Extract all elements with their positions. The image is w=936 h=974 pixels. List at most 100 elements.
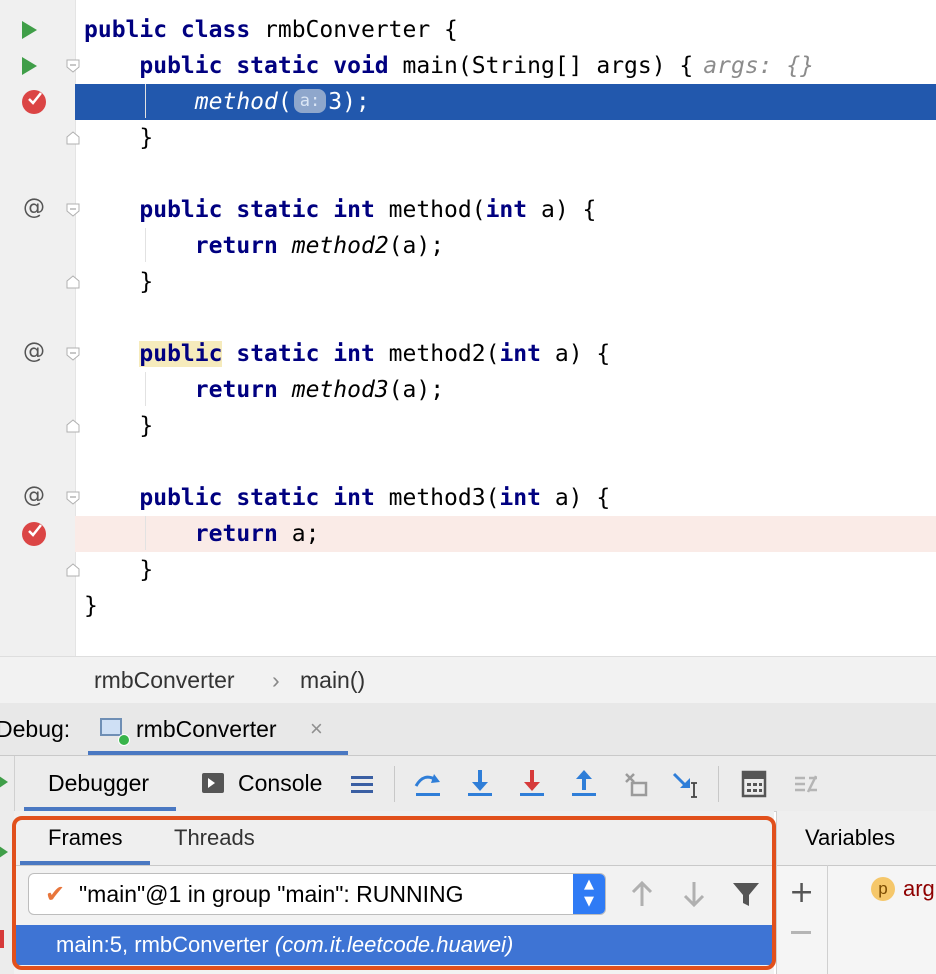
breakpoint-icon[interactable]: [22, 90, 46, 114]
tab-debugger-label: Debugger: [48, 770, 150, 796]
breadcrumb-method[interactable]: main(): [300, 657, 365, 703]
variable-name: arg: [903, 876, 935, 901]
add-watch-icon[interactable]: +: [789, 875, 814, 910]
code-token: public: [139, 341, 223, 367]
indent-guide: [145, 228, 146, 262]
code-line-text: }: [84, 408, 153, 444]
breadcrumb-class[interactable]: rmbConverter: [94, 657, 235, 703]
code-line-text: }: [84, 552, 153, 588]
arrow-up-icon[interactable]: [626, 878, 658, 910]
thread-selector-value: "main"@1 in group "main": RUNNING: [79, 881, 464, 907]
indent-guide: [145, 84, 146, 118]
layout-icon[interactable]: [344, 766, 380, 802]
code-line[interactable]: public static void main(String[] args) {…: [0, 48, 936, 84]
code-token: int: [485, 197, 528, 223]
tab-frames[interactable]: Frames: [20, 811, 150, 865]
code-line[interactable]: [0, 300, 936, 336]
variables-title: Variables: [805, 825, 896, 850]
code-token: (a);: [388, 377, 445, 403]
code-line[interactable]: public static int method3(int a) {: [0, 480, 936, 516]
code-token: }: [84, 593, 98, 619]
step-into-icon[interactable]: [462, 766, 498, 802]
force-step-into-icon[interactable]: [514, 766, 550, 802]
code-token: a) {: [527, 197, 597, 223]
code-line[interactable]: public class rmbConverter {: [0, 12, 936, 48]
code-editor[interactable]: @ @ @ public class rmbConverter { public s…: [0, 0, 936, 656]
tab-debugger[interactable]: Debugger: [24, 756, 176, 811]
code-line[interactable]: }: [0, 408, 936, 444]
toolbar-separator: [718, 766, 719, 802]
stack-frame-package: (com.it.leetcode.huawei): [274, 932, 514, 957]
variables-panel: Variables + p arg: [776, 811, 936, 974]
code-line[interactable]: }: [0, 588, 936, 624]
variables-header: Variables: [777, 811, 936, 866]
debug-session-label: rmbConverter: [136, 716, 277, 742]
debug-tool-window-header: Debug: rmbConverter ×: [0, 703, 936, 756]
variable-item[interactable]: p arg: [871, 876, 935, 902]
resume-icon[interactable]: [0, 774, 8, 790]
code-token: main(String[] args) {: [388, 53, 694, 79]
trace-icon[interactable]: [788, 766, 824, 802]
drop-frame-icon[interactable]: [618, 766, 654, 802]
code-token: }: [84, 557, 154, 583]
stack-frame-row[interactable]: main:5, rmbConverter (com.it.leetcode.hu…: [14, 925, 772, 965]
arrow-down-icon[interactable]: [678, 878, 710, 910]
frames-panel: Frames Threads ✔ "main"@1 in group "main…: [14, 811, 774, 974]
tab-threads[interactable]: Threads: [174, 811, 255, 865]
code-line[interactable]: method(a: 3);: [75, 84, 936, 120]
step-out-icon[interactable]: [566, 766, 602, 802]
code-token: method(: [374, 197, 486, 223]
code-line[interactable]: }: [0, 264, 936, 300]
code-token: return: [194, 377, 278, 403]
dropdown-arrows-icon[interactable]: ▲ ▼: [573, 874, 605, 914]
code-line-text: public static int method3(int a) {: [84, 480, 610, 516]
code-token: int: [499, 485, 541, 511]
tab-console-label: Console: [238, 770, 323, 796]
debug-session-tab[interactable]: rmbConverter ×: [88, 703, 348, 755]
filter-icon[interactable]: [730, 878, 762, 910]
calculator-icon[interactable]: [736, 766, 772, 802]
code-line[interactable]: return method3(a);: [0, 372, 936, 408]
code-token: rmbConverter {: [250, 17, 458, 43]
close-icon[interactable]: ×: [310, 703, 323, 755]
run-to-cursor-icon[interactable]: [668, 766, 704, 802]
variables-side-toolbar: +: [777, 865, 828, 974]
code-line[interactable]: return method2(a);: [0, 228, 936, 264]
debug-label: Debug:: [0, 716, 71, 742]
code-token: method2(: [374, 341, 500, 367]
stack-frame-label: main:5, rmbConverter (com.it.leetcode.hu…: [56, 925, 513, 965]
remove-watch-icon[interactable]: [791, 931, 811, 934]
code-line[interactable]: public static int method(int a) {: [0, 192, 936, 228]
code-token: a) {: [541, 341, 611, 367]
code-line[interactable]: [0, 444, 936, 480]
code-line[interactable]: [0, 156, 936, 192]
code-line-text: public static void main(String[] args) {…: [84, 48, 814, 84]
stop-icon[interactable]: [0, 930, 4, 948]
debug-side-strip: [0, 756, 15, 974]
breakpoint-icon[interactable]: [22, 522, 46, 546]
code-token: }: [84, 413, 154, 439]
tab-underline: [88, 751, 348, 755]
code-token: method3(: [374, 485, 500, 511]
resume-icon[interactable]: [0, 844, 8, 860]
console-icon: [202, 773, 224, 793]
breadcrumb: rmbConverter › main(): [0, 656, 936, 704]
code-token: a) {: [540, 485, 611, 511]
step-over-icon[interactable]: [410, 766, 446, 802]
thread-selector-dropdown[interactable]: ✔ "main"@1 in group "main": RUNNING ▲ ▼: [28, 873, 606, 915]
code-line-text: public static int method(int a) {: [84, 192, 596, 228]
code-line[interactable]: }: [0, 120, 936, 156]
code-line[interactable]: public static int method2(int a) {: [0, 336, 936, 372]
code-line[interactable]: }: [0, 552, 936, 588]
code-line-text: public class rmbConverter {: [84, 12, 458, 48]
debug-toolbar: Debugger Console: [0, 756, 936, 812]
code-token: return: [194, 233, 278, 259]
code-line[interactable]: return a;: [75, 516, 936, 552]
